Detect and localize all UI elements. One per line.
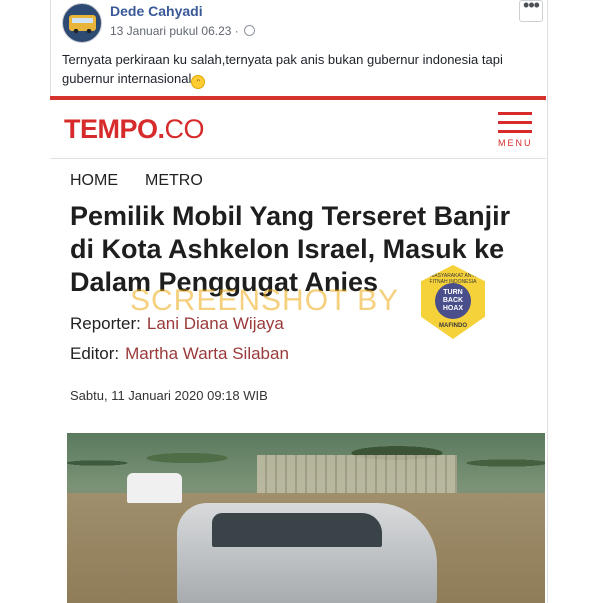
timestamp-text[interactable]: 13 Januari pukul 06.23 ·: [110, 24, 239, 38]
more-options-button[interactable]: •••: [519, 0, 543, 22]
post-timestamp[interactable]: 13 Januari pukul 06.23 ·: [110, 24, 256, 38]
hamburger-menu-icon: [498, 112, 532, 139]
globe-icon: [244, 25, 256, 36]
badge-center: TURN BACK HOAX: [435, 283, 471, 319]
flood-photo: [67, 433, 545, 603]
post-text: Ternyata perkiraan ku salah,ternyata pak…: [62, 50, 532, 89]
article-date: Sabtu, 11 Januari 2020 09:18 WIB: [70, 388, 268, 403]
menu-label: MENU: [498, 138, 533, 148]
nav-home: HOME: [70, 172, 118, 189]
badge-foot: MAFINDO: [439, 323, 467, 329]
tempo-logo: TEMPO.CO: [64, 114, 205, 145]
editor-name: Martha Warta Silaban: [125, 344, 289, 363]
grin-emoji-icon: ᵔ: [191, 75, 206, 89]
shared-screenshot[interactable]: TEMPO.CO MENU HOME METRO Pemilik Mobil Y…: [50, 96, 546, 603]
logo-suffix: CO: [164, 114, 205, 144]
divider: [50, 158, 546, 159]
watermark-text: SCREENSHOT BY: [130, 284, 400, 317]
editor-label: Editor:: [70, 344, 120, 363]
author-name[interactable]: Dede Cahyadi: [110, 3, 203, 19]
post-body: Ternyata perkiraan ku salah,ternyata pak…: [62, 52, 503, 86]
editor-line: Editor: Martha Warta Silaban: [70, 344, 289, 364]
nav-metro: METRO: [145, 172, 203, 189]
logo-main: TEMPO: [64, 114, 158, 144]
logo-dot: .: [157, 114, 166, 144]
avatar[interactable]: [62, 3, 102, 43]
